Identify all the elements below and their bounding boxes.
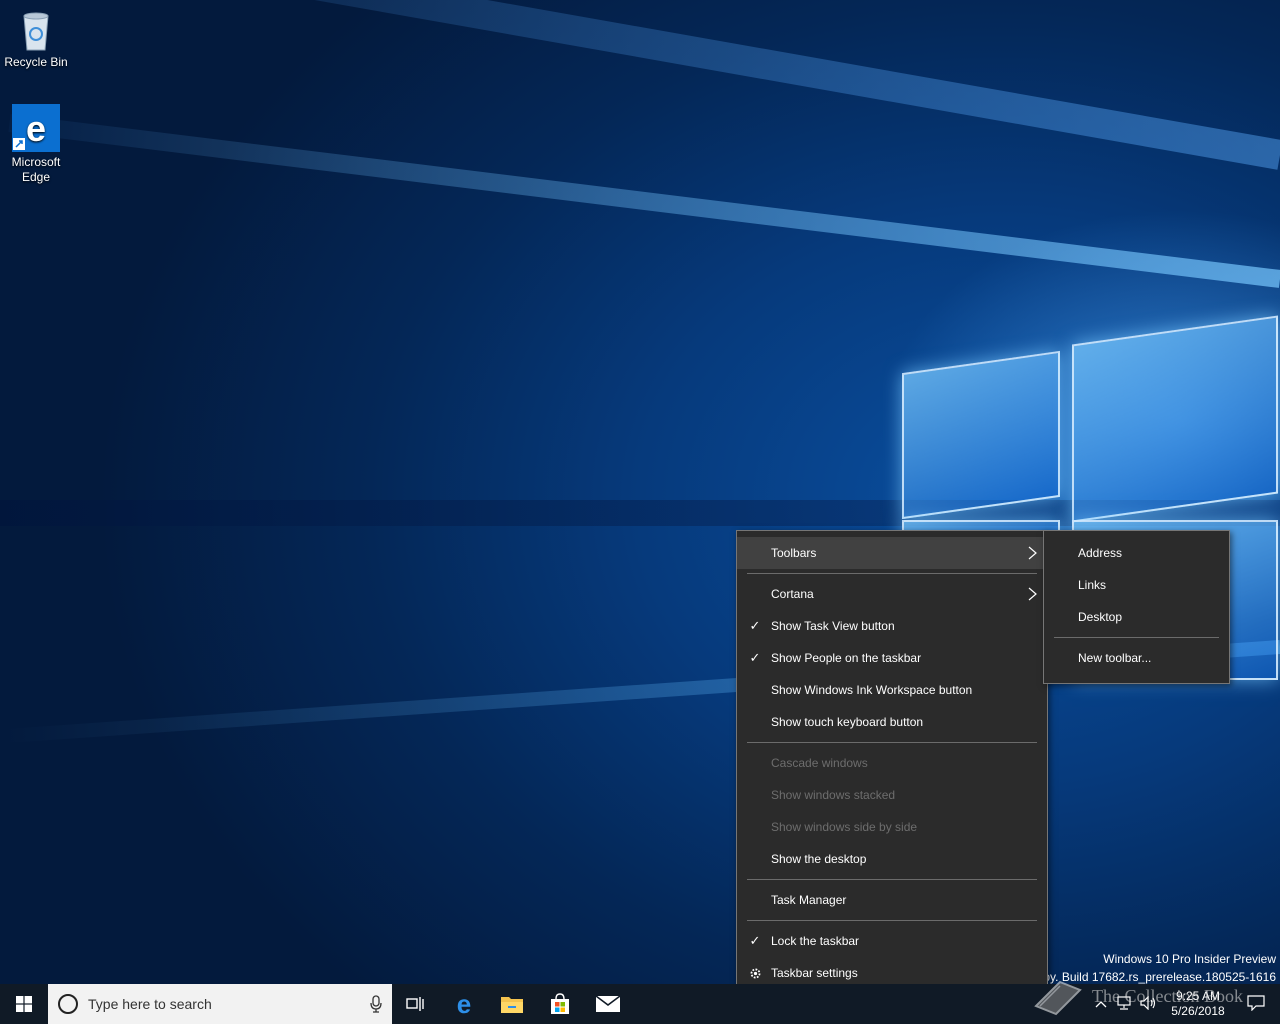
menu-item-show-people[interactable]: ✓ Show People on the taskbar [737,642,1047,674]
menu-item-show-ink-workspace[interactable]: Show Windows Ink Workspace button [737,674,1047,706]
store-icon [551,993,569,1014]
task-view-button[interactable] [392,984,440,1024]
book-logo-icon [1034,980,1082,1016]
chevron-right-icon [1028,587,1037,601]
taskbar-context-menu: Toolbars Cortana ✓ Show Task View button… [736,530,1048,998]
toolbars-submenu: Address Links Desktop New toolbar... [1043,530,1230,684]
microphone-icon[interactable] [360,995,392,1013]
taskbar-edge-button[interactable]: e [440,984,488,1024]
menu-separator [747,573,1037,574]
menu-item-windows-stacked: Show windows stacked [771,788,896,802]
collection-book-watermark: The Collection Book [1030,976,1260,1016]
desktop-icon-recycle-bin[interactable]: Recycle Bin [0,8,72,70]
edge-icon: e [12,104,60,152]
desktop-icon-label: Recycle Bin [4,55,68,69]
light-beam [8,114,1280,288]
menu-item-show-desktop[interactable]: Show the desktop [737,843,1047,875]
checkmark-icon: ✓ [749,650,761,665]
submenu-item-new-toolbar[interactable]: New toolbar... [1044,642,1229,674]
taskbar-search-box[interactable]: Type here to search [48,984,392,1024]
taskbar-file-explorer-button[interactable] [488,984,536,1024]
watermark-overlay-text: The Collection Book [1092,985,1243,1006]
menu-item-show-task-view[interactable]: ✓ Show Task View button [737,610,1047,642]
desktop-wallpaper: Recycle Bin e Microsoft Edge [0,0,1280,984]
menu-separator [1054,637,1219,638]
desktop-icon-label: Microsoft Edge [11,155,61,184]
svg-text:e: e [26,108,46,149]
menu-item-cortana[interactable]: Cortana [737,578,1047,610]
windows-logo-icon [16,996,32,1012]
menu-item-show-touch-keyboard[interactable]: Show touch keyboard button [737,706,1047,738]
watermark-line1: Windows 10 Pro Insider Preview [1103,952,1276,966]
mail-icon [595,995,621,1012]
recycle-bin-icon [16,8,56,52]
menu-separator [747,920,1037,921]
menu-separator [747,879,1037,880]
checkmark-icon: ✓ [749,933,761,948]
logo-pane [1072,315,1278,523]
submenu-item-address[interactable]: Address [1044,537,1229,569]
checkmark-icon: ✓ [749,618,761,633]
submenu-item-desktop[interactable]: Desktop [1044,601,1229,633]
menu-item-windows-side-by-side: Show windows side by side [771,820,918,834]
taskbar-mail-button[interactable] [584,984,632,1024]
menu-item-task-manager[interactable]: Task Manager [737,884,1047,916]
logo-pane [902,350,1060,520]
menu-item-cascade-windows: Cascade windows [771,756,868,770]
menu-separator [747,742,1037,743]
chevron-right-icon [1028,546,1037,560]
taskbar-store-button[interactable] [536,984,584,1024]
cortana-icon [58,994,78,1014]
menu-item-lock-taskbar[interactable]: ✓ Lock the taskbar [737,925,1047,957]
task-view-icon [406,997,424,1011]
search-placeholder: Type here to search [88,996,212,1012]
svg-text:e: e [457,992,471,1016]
file-explorer-icon [501,997,523,1013]
submenu-item-links[interactable]: Links [1044,569,1229,601]
desktop-icon-edge[interactable]: e Microsoft Edge [0,104,72,185]
menu-item-toolbars[interactable]: Toolbars [737,537,1047,569]
edge-icon: e [457,992,471,1016]
start-button[interactable] [0,984,48,1024]
